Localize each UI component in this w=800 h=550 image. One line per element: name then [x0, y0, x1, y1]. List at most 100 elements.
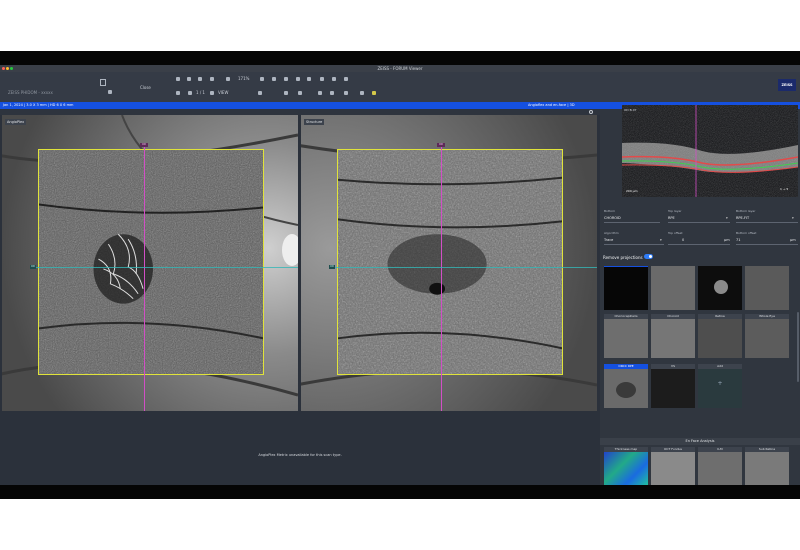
scan-line-marker-top[interactable]: OD [140, 143, 148, 147]
zoom-icon[interactable] [226, 77, 230, 81]
info-icon[interactable] [176, 91, 180, 95]
layout-selector[interactable]: Angioflex and en-face | 3D [528, 102, 575, 109]
field-underline [668, 222, 730, 223]
en-face-thumb-ilm[interactable]: ILM [698, 447, 742, 485]
print-icon[interactable] [176, 77, 180, 81]
slab-thumb-add[interactable]: Add + [698, 364, 742, 408]
oct-fundus-image [651, 452, 695, 485]
slab-thumb-choroid[interactable]: Choroid [651, 314, 695, 358]
field-unit-top-offset: µm [724, 238, 730, 242]
field-value-bottom-layer[interactable]: RPE-FIT [736, 216, 749, 220]
grid-icon[interactable] [210, 77, 214, 81]
overlay-icon[interactable] [344, 91, 348, 95]
view-all-button[interactable]: VIEW [218, 90, 228, 95]
main-toolbar: ZEISS PHIDOM - xxxxx Close 171% 1 / 1 VI… [0, 72, 800, 102]
document-icon[interactable] [100, 79, 106, 86]
slab-thumb-3[interactable] [698, 266, 742, 310]
highlight-icon[interactable] [372, 91, 376, 95]
structure-panel-label: Structure [304, 119, 325, 125]
bscan-label: OD B-07 [624, 108, 637, 112]
bscan-nav[interactable]: 1 → 5 [780, 187, 788, 191]
field-value-bottom[interactable]: CHOROID [604, 216, 621, 220]
scan-status-bar: Jan 1, 2024 | 3.0 X 3 mm | HD 6 X 6 mm A… [0, 102, 600, 109]
search-icon[interactable] [320, 77, 324, 81]
field-value-bottom-offset[interactable]: 71 [736, 238, 740, 242]
bscan-view[interactable]: OD B-07 200 µm 1 → 5 [622, 105, 798, 197]
angioplex-panel[interactable]: OD OD AngioPlex [2, 115, 298, 411]
layout-icon[interactable] [198, 77, 202, 81]
field-label-bottom-layer: Bottom layer [736, 209, 756, 213]
slab-thumb-1[interactable] [604, 266, 648, 310]
zoom-level[interactable]: 171% [238, 76, 249, 81]
en-face-thumb-sub-retina[interactable]: Sub Retina [745, 447, 789, 485]
close-button[interactable]: Close [140, 85, 151, 90]
star-icon[interactable] [332, 77, 336, 81]
target-icon[interactable] [330, 91, 334, 95]
field-value-top-layer[interactable]: RPE [668, 216, 675, 220]
slab-thumb-retina[interactable]: Retina [698, 314, 742, 358]
lock-icon[interactable] [108, 90, 112, 94]
image-icon[interactable] [360, 91, 364, 95]
measure-icon[interactable] [258, 91, 262, 95]
en-face-thumb-oct-fundus[interactable]: OCT Fundus [651, 447, 695, 485]
horizontal-scan-line-right[interactable] [331, 267, 597, 268]
thumb-label: Retina [698, 314, 742, 319]
chevron-right-icon[interactable] [210, 91, 214, 95]
zeiss-logo: ZEISS [778, 79, 796, 91]
fullscreen-icon[interactable] [307, 77, 311, 81]
slab-thumb-orcc-rpe[interactable]: ORCC RPE [604, 364, 648, 408]
field-value-top-offset[interactable]: 0 [682, 238, 684, 242]
lesion-mark [616, 382, 636, 398]
scan-line-marker-left[interactable]: OD [30, 265, 36, 269]
angio-enface-image [39, 150, 263, 374]
magnifier-icon[interactable] [589, 110, 593, 114]
slab-thumb-4[interactable] [745, 266, 789, 310]
slab-thumb-choriocapillaris[interactable]: Choriocapillaris [604, 314, 648, 358]
zoom-in-icon[interactable] [260, 77, 264, 81]
slab-thumb-vs[interactable]: VS [651, 364, 695, 408]
eye-icon[interactable] [344, 77, 348, 81]
annotate-icon[interactable] [298, 91, 302, 95]
bscan-scale: 200 µm [626, 189, 638, 193]
field-label-top-offset: Top offset [668, 231, 683, 235]
en-face-thumb-thickness[interactable]: Thickness map [604, 447, 648, 485]
metrix-unavailable-message: AngioPlex Metrix unavailable for this sc… [258, 453, 342, 457]
scan-line-marker-top-right[interactable]: OD [437, 143, 445, 147]
structure-enface-image [338, 150, 562, 374]
thumb-label: Add [698, 364, 742, 369]
structure-panel[interactable]: OD OD Structure [301, 115, 597, 411]
letterbox-bottom [0, 485, 800, 499]
chevron-down-icon[interactable]: ▾ [726, 216, 728, 220]
chevron-down-icon[interactable]: ▾ [660, 238, 662, 242]
field-value-algorithm[interactable]: Trace [604, 238, 613, 242]
field-underline [668, 244, 730, 245]
fit-icon[interactable] [284, 77, 288, 81]
angio-roi[interactable] [38, 149, 264, 375]
letterbox-top [0, 51, 800, 65]
slab-thumb-2[interactable] [651, 266, 695, 310]
lesion-mark [714, 280, 728, 294]
vertical-scan-line[interactable] [144, 145, 145, 411]
field-underline [736, 222, 798, 223]
structure-roi[interactable] [337, 149, 563, 375]
field-unit-bottom-offset: µm [790, 238, 796, 242]
slab-thumb-whole-eye[interactable]: Whole Eye [745, 314, 789, 358]
crop-icon[interactable] [296, 77, 300, 81]
caliper-icon[interactable] [284, 91, 288, 95]
field-underline [736, 244, 798, 245]
compare-icon[interactable] [318, 91, 322, 95]
horizontal-scan-line[interactable] [32, 267, 298, 268]
chevron-left-icon[interactable] [188, 91, 192, 95]
plus-icon[interactable]: + [698, 380, 742, 387]
pan-icon[interactable] [272, 77, 276, 81]
sidebar-scrollbar[interactable] [797, 312, 799, 382]
vertical-scan-line-right[interactable] [441, 145, 442, 411]
remove-projections-toggle[interactable] [644, 254, 653, 259]
viewer-window: ZEISS - FORUM Viewer ZEISS PHIDOM - xxxx… [0, 65, 800, 485]
title-bar: ZEISS - FORUM Viewer [0, 65, 800, 72]
thickness-map-image [604, 452, 648, 485]
export-icon[interactable] [187, 77, 191, 81]
chevron-down-icon[interactable]: ▾ [792, 216, 794, 220]
right-sidebar: OD B-07 200 µm 1 → 5 Bottom CHOROID Top … [600, 102, 800, 485]
scan-line-marker-left-right[interactable]: OD [329, 265, 335, 269]
